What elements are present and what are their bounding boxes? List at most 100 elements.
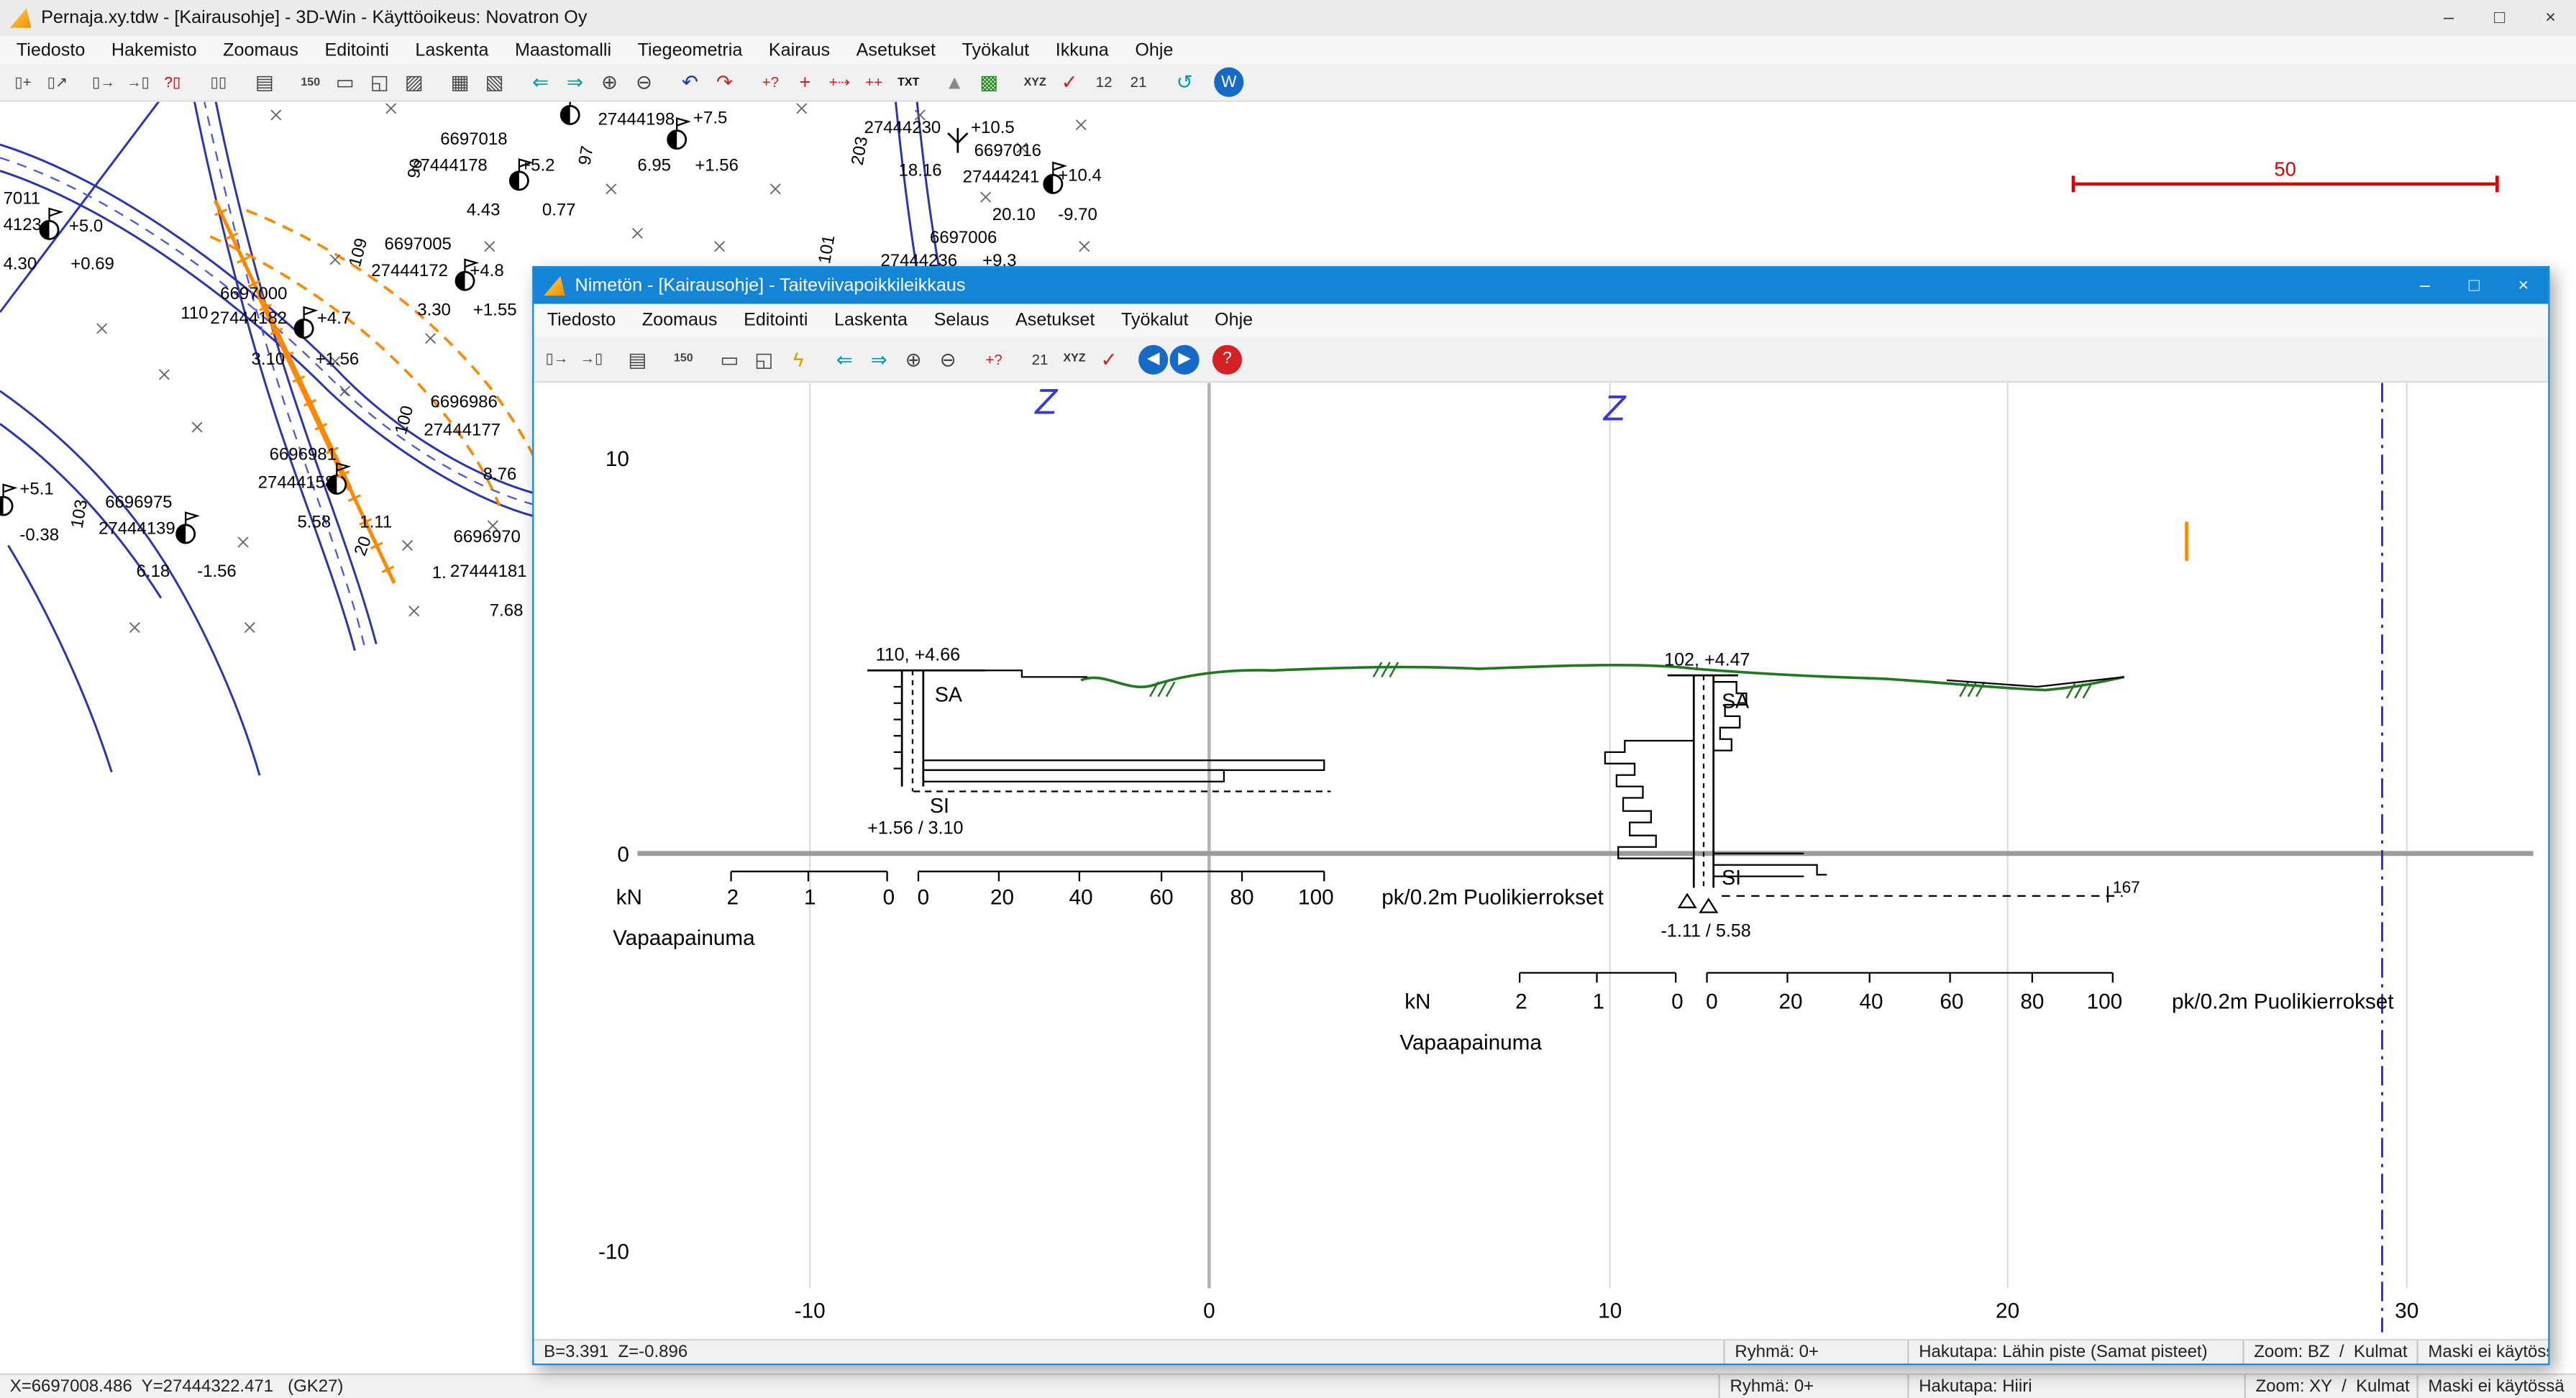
zoom-out-icon[interactable]: ⊖ [628, 65, 661, 99]
grid-cross-icon [981, 192, 991, 202]
zoom-extents-icon[interactable]: ▭ [713, 342, 746, 375]
menu-zoomaus[interactable]: Zoomaus [210, 40, 311, 60]
print-icon[interactable]: ▤ [621, 342, 654, 375]
next-section-icon[interactable]: ▶ [1170, 344, 1200, 374]
menu-editointi[interactable]: Editointi [311, 40, 402, 60]
zoom-hatch-icon[interactable]: ▨ [398, 65, 431, 99]
menu-ohje[interactable]: Ohje [1202, 311, 1266, 330]
menu-zoomaus[interactable]: Zoomaus [629, 311, 730, 330]
zoom-next-icon[interactable]: ⇒ [862, 342, 895, 375]
menu-hakemisto[interactable]: Hakemisto [99, 40, 210, 60]
point-query-icon[interactable]: +? [754, 65, 787, 99]
zoom-in-icon[interactable]: ⊕ [897, 342, 930, 375]
point-query-icon[interactable]: +? [977, 342, 1010, 375]
file-write-icon[interactable]: →▯ [122, 65, 155, 99]
menu-tiegeometria[interactable]: Tiegeometria [624, 40, 755, 60]
scale-150-icon[interactable]: 150 [667, 342, 700, 375]
swap-21-icon[interactable]: 21 [1023, 342, 1056, 375]
zoom-previous-icon[interactable]: ⇐ [828, 342, 861, 375]
file-read-icon[interactable]: ▯→ [87, 65, 120, 99]
menu-kairaus[interactable]: Kairaus [756, 40, 844, 60]
survey-point-icon[interactable] [295, 307, 316, 337]
maximize-button[interactable]: □ [2474, 0, 2525, 36]
redo-icon[interactable]: ↷ [708, 65, 741, 99]
rotate-icon[interactable]: ↺ [1168, 65, 1201, 99]
help-icon[interactable]: ? [1212, 344, 1242, 374]
survey-point-icon[interactable] [177, 513, 198, 543]
file-read-icon[interactable]: ▯→ [541, 342, 574, 375]
zoom-hatch-icon: ▨ [405, 70, 424, 93]
scale-150-icon[interactable]: 150 [294, 65, 327, 99]
close-button[interactable]: × [2499, 268, 2549, 303]
menu-laskenta[interactable]: Laskenta [821, 311, 921, 330]
y-tick-label: -10 [598, 1241, 629, 1264]
file-info-icon[interactable]: ?▯ [156, 65, 189, 99]
zoom-previous-icon[interactable]: ⇐ [524, 65, 557, 99]
main-titlebar[interactable]: Pernaja.xy.tdw - [Kairausohje] - 3D-Win … [0, 0, 2576, 36]
window-cascade-icon[interactable]: ▧ [478, 65, 511, 99]
text-label: +10.5 [971, 118, 1015, 137]
section-plot[interactable]: ZZ100-10-100102030110, +4.66SASI+1.56 / … [534, 383, 2548, 1339]
validate-icon[interactable]: ✓ [1092, 342, 1125, 375]
maximize-button[interactable]: □ [2449, 268, 2499, 303]
text-label: 5.58 [297, 512, 331, 531]
menu-selaus[interactable]: Selaus [921, 311, 1002, 330]
file-new-icon[interactable]: ▯+ [6, 65, 40, 99]
survey-point-icon[interactable] [561, 102, 582, 124]
text-label: 109 [345, 236, 371, 269]
menu-ohje[interactable]: Ohje [1122, 40, 1187, 60]
point-add-icon[interactable]: + [789, 65, 822, 99]
grid-cross-icon [245, 623, 255, 633]
survey-point-icon[interactable] [0, 485, 15, 515]
zoom-window-icon[interactable]: ◱ [363, 65, 396, 99]
menu-työkalut[interactable]: Työkalut [1108, 311, 1202, 330]
close-button[interactable]: × [2525, 0, 2576, 36]
menu-maastomalli[interactable]: Maastomalli [502, 40, 625, 60]
borehole-2-soil-upper: SA [1722, 690, 1749, 713]
menu-laskenta[interactable]: Laskenta [402, 40, 502, 60]
swap-21-icon[interactable]: 21 [1122, 65, 1155, 99]
point-copy-icon[interactable]: ++ [857, 65, 890, 99]
zoom-extents-icon[interactable]: ▭ [329, 65, 362, 99]
file-open-icon[interactable]: ▯↗ [41, 65, 74, 99]
statusbar-mask: Maski ei käytössä [2416, 1375, 2576, 1398]
zoom-flash-icon[interactable]: ϟ [782, 342, 815, 375]
minimize-button[interactable]: – [2401, 268, 2450, 303]
validate-icon[interactable]: ✓ [1053, 65, 1086, 99]
zoom-window-icon[interactable]: ◱ [747, 342, 780, 375]
text-tool-icon[interactable]: TXT [892, 65, 925, 99]
area-tool-icon[interactable]: ▩ [972, 65, 1005, 99]
borehole-2[interactable] [1605, 675, 2123, 913]
grid-cross-icon [715, 242, 725, 252]
menu-tiedosto[interactable]: Tiedosto [534, 311, 629, 330]
swap-12-icon[interactable]: 12 [1087, 65, 1120, 99]
zoom-in-icon[interactable]: ⊕ [593, 65, 626, 99]
wms-icon[interactable]: W [1214, 68, 1243, 97]
symbol-tool-icon[interactable]: ▲ [938, 65, 971, 99]
previous-section-icon[interactable]: ◀ [1138, 344, 1168, 374]
point-move-icon[interactable]: +⇢ [823, 65, 857, 99]
zoom-next-icon[interactable]: ⇒ [559, 65, 592, 99]
window-tile-icon[interactable]: ▦ [444, 65, 477, 99]
minimize-button[interactable]: – [2424, 0, 2475, 36]
copy-icon[interactable]: ▯▯ [202, 65, 235, 99]
borehole-1-soil-lower: SI [930, 795, 949, 818]
file-write-icon[interactable]: →▯ [575, 342, 608, 375]
xyz-toggle-icon[interactable]: XYZ [1018, 65, 1051, 99]
scale-150-icon: 150 [674, 353, 693, 365]
menu-ikkuna[interactable]: Ikkuna [1042, 40, 1122, 60]
menu-asetukset[interactable]: Asetukset [843, 40, 949, 60]
menu-työkalut[interactable]: Työkalut [949, 40, 1042, 60]
point-copy-icon: ++ [865, 74, 882, 91]
menu-editointi[interactable]: Editointi [731, 311, 821, 330]
print-icon[interactable]: ▤ [248, 65, 281, 99]
grid-cross-icon [192, 422, 202, 432]
menu-asetukset[interactable]: Asetukset [1002, 311, 1108, 330]
section-titlebar[interactable]: Nimetön - [Kairausohje] - Taiteviivapoik… [534, 268, 2548, 303]
undo-icon[interactable]: ↶ [674, 65, 707, 99]
zoom-out-icon[interactable]: ⊖ [931, 342, 964, 375]
xyz-toggle-icon[interactable]: XYZ [1058, 342, 1091, 375]
menu-tiedosto[interactable]: Tiedosto [4, 40, 99, 60]
survey-point-icon[interactable] [40, 209, 61, 239]
zoom-previous-icon: ⇐ [836, 347, 853, 370]
